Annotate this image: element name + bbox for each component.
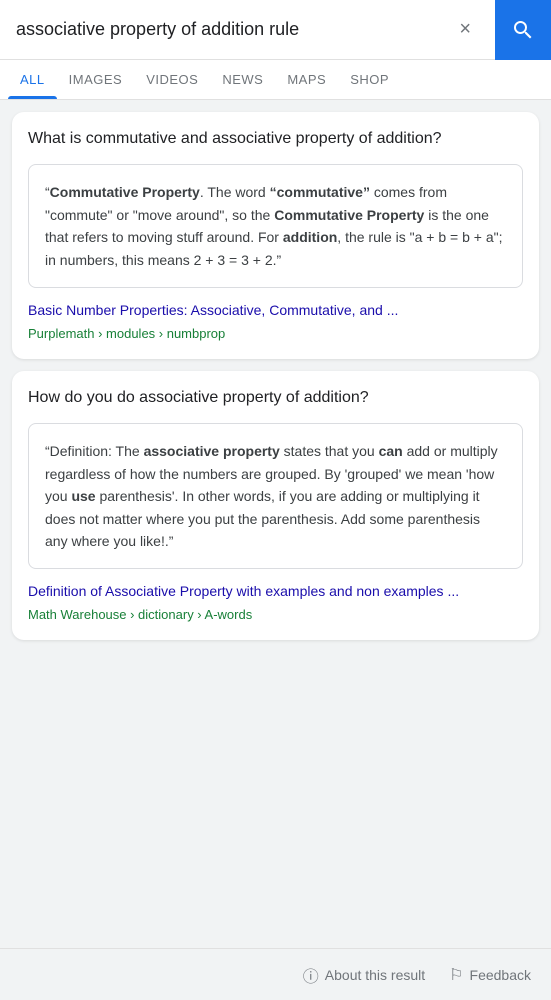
link-source-1: Purplemath › modules › numbprop [28,326,225,341]
feedback-icon: ⚐ [449,965,463,985]
link-source-2: Math Warehouse › dictionary › A-words [28,607,252,622]
search-input[interactable] [16,19,451,40]
question-circle-icon: ⓘ [303,963,319,987]
card-commutative: What is commutative and associative prop… [12,112,539,359]
tab-maps[interactable]: MAPS [275,60,338,99]
link-2[interactable]: Definition of Associative Property with … [28,581,523,602]
main-content: What is commutative and associative prop… [0,100,551,652]
tab-all[interactable]: ALL [8,60,57,99]
about-result-button[interactable]: ⓘ About this result [303,963,425,987]
feedback-label: Feedback [470,967,531,983]
about-result-label: About this result [325,967,425,983]
clear-icon[interactable]: × [451,10,479,49]
card-associative: How do you do associative property of ad… [12,371,539,640]
search-input-wrapper: × [0,10,495,49]
tab-videos[interactable]: VIDEOS [134,60,210,99]
quote-box-2: “Definition: The associative property st… [28,423,523,569]
search-button[interactable] [495,0,551,60]
link-1[interactable]: Basic Number Properties: Associative, Co… [28,300,523,321]
quote-text-1: “Commutative Property. The word “commuta… [45,181,506,271]
search-icon [511,18,535,42]
question-1: What is commutative and associative prop… [28,128,523,150]
tabs-bar: ALL IMAGES VIDEOS NEWS MAPS SHOP [0,60,551,100]
feedback-button[interactable]: ⚐ Feedback [449,965,531,985]
tab-news[interactable]: NEWS [210,60,275,99]
tab-images[interactable]: IMAGES [57,60,135,99]
quote-text-2: “Definition: The associative property st… [45,440,506,552]
tab-shopping[interactable]: SHOP [338,60,401,99]
quote-box-1: “Commutative Property. The word “commuta… [28,164,523,288]
search-bar: × [0,0,551,60]
question-2: How do you do associative property of ad… [28,387,523,409]
footer: ⓘ About this result ⚐ Feedback [0,948,551,1000]
